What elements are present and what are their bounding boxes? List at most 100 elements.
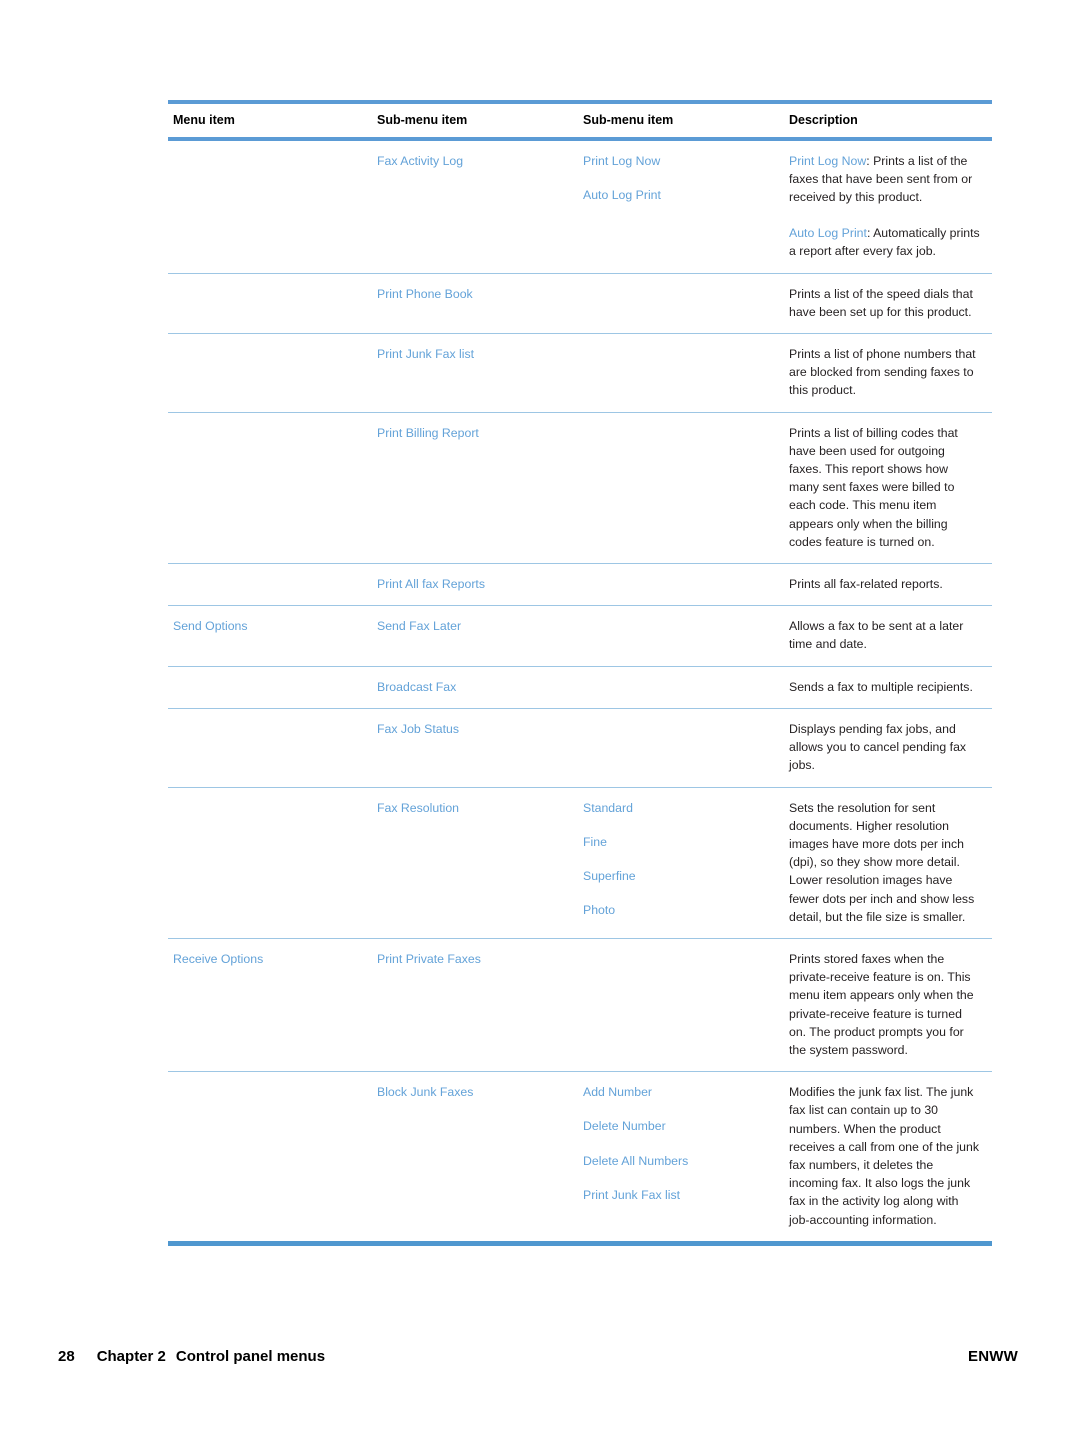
description-paragraph: Prints all fax-related reports. (789, 575, 980, 593)
menu-link[interactable]: Print All fax Reports (377, 575, 566, 593)
table-header: Menu item Sub-menu item Sub-menu item De… (168, 100, 992, 141)
cell-sub1: Print All fax Reports (372, 563, 578, 607)
menu-link[interactable]: Standard (583, 799, 772, 817)
menu-link[interactable]: Print Phone Book (377, 285, 566, 303)
description-paragraph: Prints a list of the speed dials that ha… (789, 285, 980, 321)
table-row: Print All fax Reports Prints all fax-rela… (168, 563, 992, 607)
menu-link[interactable]: Broadcast Fax (377, 678, 566, 696)
cell-menu: Receive Options (168, 938, 372, 1073)
cell-sub2 (578, 412, 784, 565)
menu-link[interactable]: Fax Job Status (377, 720, 566, 738)
cell-menu (168, 666, 372, 709)
cell-description: Prints a list of the speed dials that ha… (784, 273, 992, 335)
menu-link[interactable]: Fax Activity Log (377, 152, 566, 170)
cell-menu (168, 787, 372, 939)
description-paragraph: Prints a list of billing codes that have… (789, 424, 980, 551)
table-body: Fax Activity Log Print Log Now Auto Log Pr… (168, 138, 992, 1246)
description-text: Prints all fax-related reports. (789, 577, 943, 592)
description-paragraph: Prints stored faxes when the private-rec… (789, 950, 980, 1059)
menu-link[interactable]: Block Junk Faxes (377, 1083, 566, 1101)
description-paragraph: Prints a list of phone numbers that are … (789, 345, 980, 400)
cell-sub2: Standard Fine Superfine Photo (578, 787, 784, 939)
cell-menu (168, 333, 372, 413)
cell-sub2: Add Number Delete Number Delete All Number… (578, 1071, 784, 1246)
menu-link[interactable]: Print Junk Fax list (377, 345, 566, 363)
cell-sub2 (578, 708, 784, 788)
menu-link[interactable]: Auto Log Print (583, 186, 772, 204)
description-text: Displays pending fax jobs, and allows yo… (789, 721, 967, 773)
menu-link[interactable]: Delete Number (583, 1117, 772, 1135)
cell-menu (168, 1071, 372, 1246)
menu-link[interactable]: Fine (583, 833, 772, 851)
menu-link[interactable]: Receive Options (173, 950, 360, 968)
menu-link[interactable]: Print Billing Report (377, 424, 566, 442)
cell-sub2 (578, 666, 784, 709)
cell-sub2 (578, 333, 784, 413)
menu-link[interactable]: Send Fax Later (377, 617, 566, 635)
cell-sub2 (578, 563, 784, 607)
footer-left: 28 Chapter 2 Control panel menus (58, 1348, 325, 1365)
cell-sub1: Fax Activity Log (372, 138, 578, 274)
cell-description: Allows a fax to be sent at a later time … (784, 605, 992, 667)
document-page: Menu item Sub-menu item Sub-menu item De… (0, 0, 1080, 1437)
cell-sub1: Fax Resolution (372, 787, 578, 939)
cell-menu (168, 708, 372, 788)
cell-description: Displays pending fax jobs, and allows yo… (784, 708, 992, 788)
cell-sub1: Fax Job Status (372, 708, 578, 788)
cell-description: Modifies the junk fax list. The junk fax… (784, 1071, 992, 1246)
menu-link[interactable]: Superfine (583, 867, 772, 885)
cell-sub2 (578, 938, 784, 1073)
menu-link[interactable]: Add Number (583, 1083, 772, 1101)
table-row: Send Options Send Fax Later Allows a fax t… (168, 605, 992, 667)
cell-description: Sends a fax to multiple recipients. (784, 666, 992, 709)
table-row: Fax Activity Log Print Log Now Auto Log Pr… (168, 138, 992, 274)
cell-sub1: Print Junk Fax list (372, 333, 578, 413)
description-paragraph: Sets the resolution for sent documents. … (789, 799, 980, 926)
menu-link[interactable]: Delete All Numbers (583, 1152, 772, 1170)
description-text: Sends a fax to multiple recipients. (789, 679, 973, 694)
column-header-sub-menu-item-1: Sub-menu item (372, 100, 578, 141)
cell-menu (168, 138, 372, 274)
table-row: Broadcast Fax Sends a fax to multiple rec… (168, 666, 992, 709)
table-row: Block Junk Faxes Add Number Delete Number D… (168, 1071, 992, 1246)
cell-menu: Send Options (168, 605, 372, 667)
column-header-description: Description (784, 100, 992, 141)
description-term[interactable]: Print Log Now (789, 154, 866, 168)
description-paragraph: Allows a fax to be sent at a later time … (789, 617, 980, 653)
cell-description: Print Log Now: Prints a list of the faxe… (784, 138, 992, 274)
description-paragraph: Displays pending fax jobs, and allows yo… (789, 720, 980, 775)
menu-link[interactable]: Fax Resolution (377, 799, 566, 817)
menu-link[interactable]: Print Private Faxes (377, 950, 566, 968)
menu-link[interactable]: Send Options (173, 617, 360, 635)
cell-sub1: Print Private Faxes (372, 938, 578, 1073)
description-term[interactable]: Auto Log Print (789, 226, 867, 240)
description-paragraph: Print Log Now: Prints a list of the faxe… (789, 152, 980, 207)
cell-description: Sets the resolution for sent documents. … (784, 787, 992, 939)
column-header-menu-item: Menu item (168, 100, 372, 141)
table-row: Print Phone Book Prints a list of the spe… (168, 273, 992, 335)
table-row: Fax Job Status Displays pending fax jobs,… (168, 708, 992, 788)
cell-sub2 (578, 605, 784, 667)
menu-link[interactable]: Print Log Now (583, 152, 772, 170)
page-footer: 28 Chapter 2 Control panel menus ENWW (0, 1348, 1080, 1378)
table-row: Print Junk Fax list Prints a list of phon… (168, 333, 992, 413)
table-row: Receive Options Print Private Faxes Prints… (168, 938, 992, 1073)
menu-link[interactable]: Photo (583, 901, 772, 919)
menu-link[interactable]: Print Junk Fax list (583, 1186, 772, 1204)
description-text: Allows a fax to be sent at a later time … (789, 619, 964, 652)
cell-menu (168, 273, 372, 335)
footer-chapter-label: Chapter 2 (96, 1348, 166, 1365)
cell-description: Prints a list of phone numbers that are … (784, 333, 992, 413)
description-text: Prints a list of billing codes that have… (789, 425, 958, 549)
description-text: Prints stored faxes when the private-rec… (789, 951, 974, 1057)
cell-sub1: Print Billing Report (372, 412, 578, 565)
description-paragraph: Modifies the junk fax list. The junk fax… (789, 1083, 980, 1229)
footer-chapter-title: Control panel menus (175, 1348, 326, 1365)
column-header-sub-menu-item-2: Sub-menu item (578, 100, 784, 141)
description-text: Modifies the junk fax list. The junk fax… (789, 1085, 980, 1227)
description-text: Prints a list of phone numbers that are … (789, 347, 976, 398)
table-row: Print Billing Report Prints a list of bil… (168, 412, 992, 565)
description-paragraph: Auto Log Print: Automatically prints a r… (789, 224, 980, 260)
cell-menu (168, 563, 372, 607)
description-paragraph: Sends a fax to multiple recipients. (789, 678, 980, 696)
